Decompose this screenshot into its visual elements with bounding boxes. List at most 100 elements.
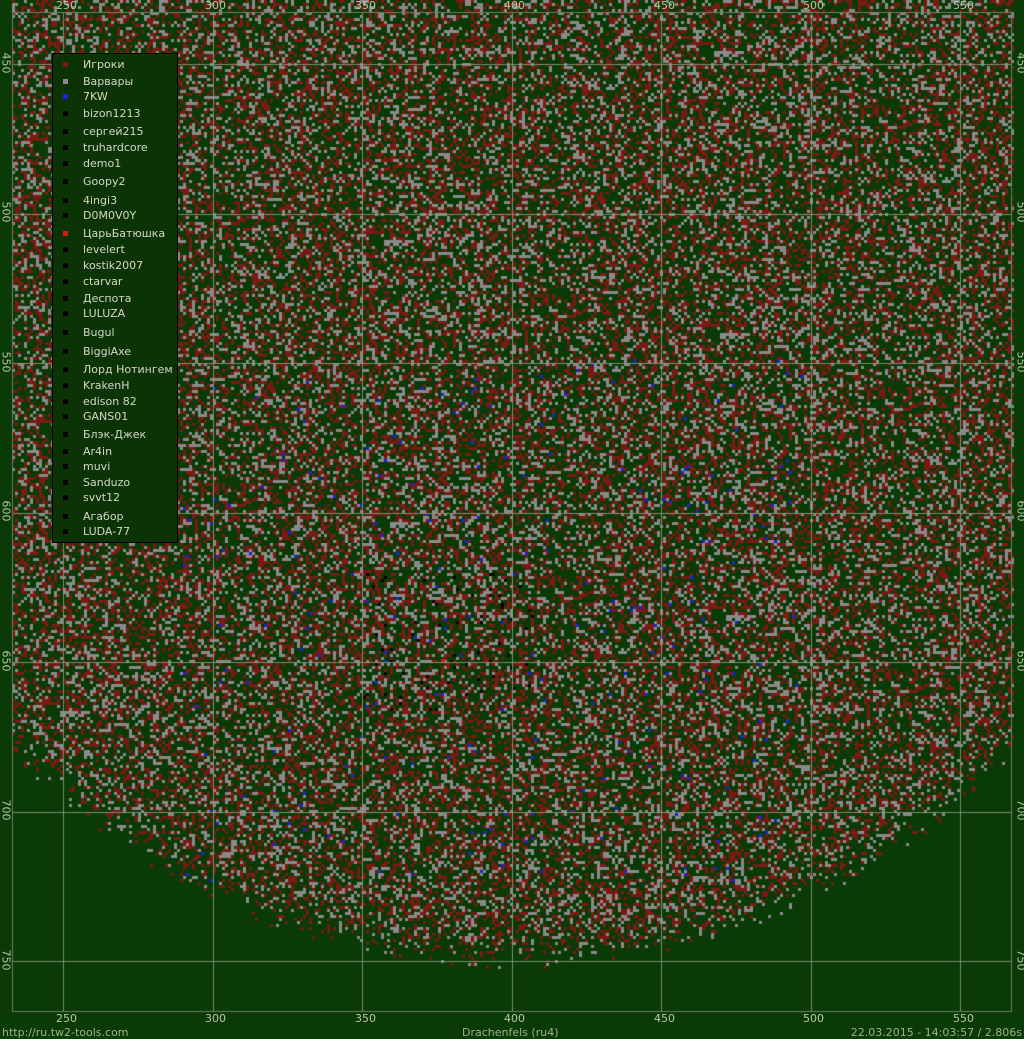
- legend-item[interactable]: Игроки: [53, 58, 177, 72]
- legend-item[interactable]: ctarvar: [53, 275, 177, 289]
- legend-swatch: [63, 449, 68, 454]
- y-tick-label: 550: [0, 351, 13, 373]
- legend-item[interactable]: Деспота: [53, 292, 177, 306]
- y-tick-label: 450: [1014, 52, 1024, 74]
- legend-label: сергей215: [83, 125, 144, 138]
- legend-label: 4ingi3: [83, 194, 118, 207]
- legend-swatch: [63, 161, 68, 166]
- legend-item[interactable]: edison 82: [53, 395, 177, 409]
- legend-swatch: [63, 145, 68, 150]
- legend-label: muvi: [83, 460, 111, 473]
- legend-label: KrakenH: [83, 379, 130, 392]
- legend-swatch: [63, 94, 68, 99]
- legend-label: BiggiAxe: [83, 345, 132, 358]
- legend-swatch: [63, 263, 68, 268]
- legend-label: 7KW: [83, 90, 108, 103]
- legend-item[interactable]: Sanduzo: [53, 476, 177, 490]
- legend-swatch: [63, 367, 68, 372]
- legend-label: Bugul: [83, 326, 115, 339]
- legend-swatch: [63, 432, 68, 437]
- y-tick-label: 600: [1014, 500, 1024, 522]
- y-tick-label: 450: [0, 52, 13, 74]
- y-tick-label: 500: [1014, 201, 1024, 223]
- y-tick-label: 750: [0, 949, 13, 971]
- legend-item[interactable]: Goopy2: [53, 175, 177, 189]
- y-tick-label: 600: [0, 500, 13, 522]
- world-name: Drachenfels (ru4): [462, 1026, 559, 1039]
- y-tick-label: 550: [1014, 351, 1024, 373]
- legend-swatch: [63, 414, 68, 419]
- x-tick-label: 550: [953, 0, 974, 12]
- legend-item[interactable]: ЦарьБатюшка: [53, 227, 177, 241]
- legend-swatch: [63, 529, 68, 534]
- legend-swatch: [63, 495, 68, 500]
- legend-item[interactable]: muvi: [53, 460, 177, 474]
- legend-label: GANS01: [83, 410, 129, 423]
- legend-item[interactable]: LULUZA: [53, 307, 177, 321]
- y-tick-label: 750: [1014, 949, 1024, 971]
- legend-swatch: [63, 247, 68, 252]
- legend-item[interactable]: GANS01: [53, 410, 177, 424]
- legend-item[interactable]: Bugul: [53, 326, 177, 340]
- x-tick-label: 350: [355, 1012, 376, 1025]
- legend-item[interactable]: svvt12: [53, 491, 177, 505]
- x-tick-label: 450: [654, 0, 675, 12]
- legend-item[interactable]: truhardcore: [53, 141, 177, 155]
- legend-label: edison 82: [83, 395, 137, 408]
- legend-item[interactable]: 7KW: [53, 90, 177, 104]
- legend-swatch: [63, 179, 68, 184]
- timestamp: 22.03.2015 - 14:03:57 / 2.806s: [850, 1026, 1022, 1039]
- legend-swatch: [63, 231, 68, 236]
- x-tick-label: 450: [654, 1012, 675, 1025]
- y-tick-label: 500: [0, 201, 13, 223]
- legend-label: levelert: [83, 243, 125, 256]
- legend-label: bizon1213: [83, 107, 141, 120]
- legend-item[interactable]: LUDA-77: [53, 525, 177, 539]
- legend-swatch: [63, 311, 68, 316]
- legend-label: truhardcore: [83, 141, 148, 154]
- legend-label: Игроки: [83, 58, 125, 71]
- x-tick-label: 500: [803, 1012, 824, 1025]
- legend-item[interactable]: Блэк-Джек: [53, 428, 177, 442]
- legend-item[interactable]: сергей215: [53, 125, 177, 139]
- legend-label: D0M0V0Y: [83, 209, 137, 222]
- legend-item[interactable]: KrakenH: [53, 379, 177, 393]
- x-tick-label: 400: [504, 0, 525, 12]
- x-tick-label: 300: [205, 0, 226, 12]
- legend-swatch: [63, 296, 68, 301]
- legend-label: Агабор: [83, 510, 124, 523]
- legend-label: svvt12: [83, 491, 121, 504]
- map-legend: Игроки Варвары 7KW bizon1213 сергей215 t…: [52, 53, 178, 543]
- x-tick-label: 250: [56, 0, 77, 12]
- legend-swatch: [63, 480, 68, 485]
- legend-swatch: [63, 129, 68, 134]
- legend-item[interactable]: D0M0V0Y: [53, 209, 177, 223]
- legend-label: Блэк-Джек: [83, 428, 147, 441]
- legend-label: Sanduzo: [83, 476, 131, 489]
- legend-label: Goopy2: [83, 175, 126, 188]
- legend-swatch: [63, 62, 68, 67]
- legend-item[interactable]: Ar4in: [53, 445, 177, 459]
- legend-swatch: [63, 79, 68, 84]
- legend-item[interactable]: bizon1213: [53, 107, 177, 121]
- x-tick-label: 500: [803, 0, 824, 12]
- legend-swatch: [63, 279, 68, 284]
- legend-swatch: [63, 213, 68, 218]
- legend-label: Деспота: [83, 292, 132, 305]
- legend-item[interactable]: Варвары: [53, 75, 177, 89]
- legend-item[interactable]: kostik2007: [53, 259, 177, 273]
- x-tick-label: 550: [953, 1012, 974, 1025]
- legend-item[interactable]: Лорд Нотингем: [53, 363, 177, 377]
- y-tick-label: 650: [1014, 650, 1024, 672]
- legend-label: Варвары: [83, 75, 134, 88]
- legend-item[interactable]: demo1: [53, 157, 177, 171]
- legend-item[interactable]: 4ingi3: [53, 194, 177, 208]
- legend-item[interactable]: levelert: [53, 243, 177, 257]
- legend-swatch: [63, 399, 68, 404]
- legend-item[interactable]: Агабор: [53, 510, 177, 524]
- legend-label: ЦарьБатюшка: [83, 227, 166, 240]
- legend-label: ctarvar: [83, 275, 123, 288]
- legend-item[interactable]: BiggiAxe: [53, 345, 177, 359]
- source-link[interactable]: http://ru.tw2-tools.com: [2, 1027, 129, 1039]
- legend-label: LULUZA: [83, 307, 126, 320]
